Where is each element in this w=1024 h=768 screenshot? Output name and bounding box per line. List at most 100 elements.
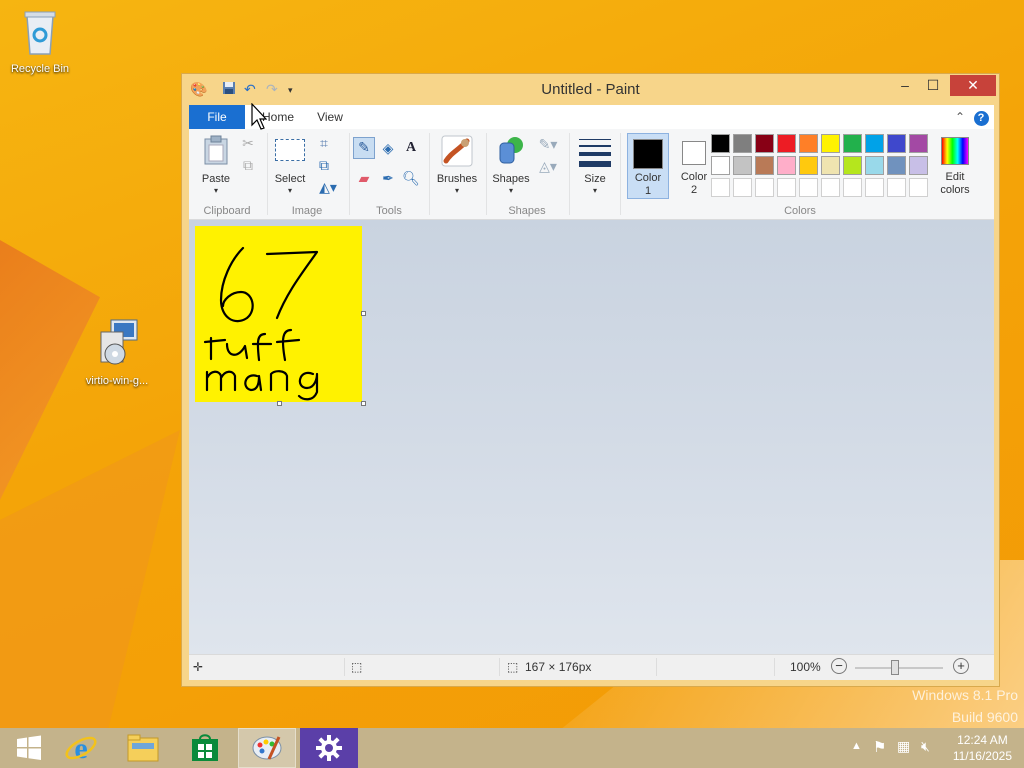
cut-icon[interactable]: ✂ [239, 134, 257, 152]
paint-taskbar-button[interactable] [238, 728, 296, 768]
color1-swatch [633, 139, 663, 169]
color-swatch[interactable] [777, 156, 796, 175]
color-swatch[interactable] [909, 134, 928, 153]
size-dropdown-icon[interactable]: ▾ [575, 186, 615, 195]
color2-label: Color [680, 171, 708, 183]
eraser-icon[interactable]: ▰ [355, 169, 373, 187]
paste-dropdown-icon[interactable]: ▾ [195, 186, 237, 195]
magnifier-icon[interactable]: 🔍︎ [402, 169, 420, 187]
outline-icon[interactable]: ✎▾ [537, 135, 559, 153]
title-bar[interactable]: 🎨 ↶ ↷ ▾ Untitled - Paint – ☐ ✕ [182, 74, 999, 104]
desktop-icon-recycle-bin[interactable]: Recycle Bin [0, 8, 80, 75]
svg-text:e: e [74, 732, 87, 765]
clock[interactable]: 12:24 AM 11/16/2025 [953, 732, 1012, 764]
color-swatch[interactable] [799, 178, 818, 197]
internet-explorer-button[interactable]: e [52, 728, 110, 768]
color-swatch[interactable] [711, 156, 730, 175]
edit-colors-button[interactable]: Edit colors [933, 133, 977, 199]
color-swatch[interactable] [755, 156, 774, 175]
crop-icon[interactable]: ⌗ [315, 134, 333, 152]
color-swatch[interactable] [843, 134, 862, 153]
file-explorer-button[interactable] [114, 728, 172, 768]
settings-taskbar-button[interactable] [300, 728, 358, 768]
text-icon[interactable]: A [402, 139, 420, 157]
color1-button[interactable]: Color 1 [627, 133, 669, 199]
shapes-button[interactable]: Shapes ▾ [489, 133, 533, 195]
copy-icon[interactable]: ⧉ [239, 156, 257, 174]
color-swatch[interactable] [711, 178, 730, 197]
start-button[interactable] [0, 728, 58, 768]
desktop: Recycle Bin virtio-win-g... 🎨 ↶ ↷ ▾ Unti… [0, 0, 1024, 728]
separator [569, 133, 570, 215]
color-swatch[interactable] [733, 134, 752, 153]
color-swatch[interactable] [865, 134, 884, 153]
drawing-canvas[interactable]: 67 tuff mang [195, 226, 362, 402]
zoom-in-button[interactable]: + [953, 658, 969, 674]
show-hidden-icons-icon[interactable]: ▲ [851, 740, 862, 752]
color-picker-icon[interactable]: ✒ [379, 169, 397, 187]
color-swatch[interactable] [821, 178, 840, 197]
color-swatch[interactable] [777, 178, 796, 197]
resize-handle-right[interactable] [361, 311, 366, 316]
tab-file[interactable]: File [189, 105, 245, 129]
brushes-button[interactable]: Brushes ▾ [433, 133, 481, 195]
zoom-out-button[interactable]: − [831, 658, 847, 674]
recycle-bin-icon [0, 8, 80, 59]
resize-handle-corner[interactable] [361, 401, 366, 406]
brushes-dropdown-icon[interactable]: ▾ [433, 186, 481, 195]
store-button[interactable] [176, 728, 234, 768]
color-swatch[interactable] [777, 134, 796, 153]
wallpaper-shape [0, 430, 180, 728]
fill-icon[interactable]: ◈ [379, 139, 397, 157]
color-swatch[interactable] [865, 178, 884, 197]
color-swatch[interactable] [799, 156, 818, 175]
select-dropdown-icon[interactable]: ▾ [271, 186, 309, 195]
pencil-icon[interactable]: ✎ [353, 137, 375, 159]
color-swatch[interactable] [733, 178, 752, 197]
color-swatch[interactable] [755, 134, 774, 153]
paste-button[interactable]: Paste ▾ [195, 133, 237, 195]
color2-swatch [682, 141, 706, 165]
desktop-icon-virtio[interactable]: virtio-win-g... [77, 318, 157, 387]
color-swatch[interactable] [733, 156, 752, 175]
tab-view[interactable]: View [305, 105, 355, 129]
resize-handle-bottom[interactable] [277, 401, 282, 406]
rotate-icon[interactable]: ◭▾ [315, 178, 341, 196]
maximize-button[interactable]: ☐ [919, 75, 947, 96]
color-swatch[interactable] [711, 134, 730, 153]
color-swatch[interactable] [799, 134, 818, 153]
select-button[interactable]: Select ▾ [271, 133, 309, 195]
resize-icon[interactable]: ⧉ [315, 156, 333, 174]
close-button[interactable]: ✕ [950, 75, 996, 96]
color-swatch[interactable] [909, 156, 928, 175]
size-button[interactable]: Size ▾ [575, 133, 615, 195]
color-swatch[interactable] [887, 156, 906, 175]
network-icon[interactable]: ▦ [897, 738, 910, 755]
shapes-dropdown-icon[interactable]: ▾ [489, 186, 533, 195]
color-swatch[interactable] [887, 134, 906, 153]
minimize-button[interactable]: – [891, 75, 919, 96]
color-swatch[interactable] [755, 178, 774, 197]
color-swatch[interactable] [865, 156, 884, 175]
status-bar: ✛ ⬚ ⬚ 167 × 176px 100% − + [189, 654, 994, 680]
color-swatch[interactable] [909, 178, 928, 197]
color-swatch[interactable] [843, 178, 862, 197]
paint-window: 🎨 ↶ ↷ ▾ Untitled - Paint – ☐ ✕ File Home… [181, 73, 1000, 687]
help-icon[interactable]: ? [972, 105, 990, 129]
minimize-ribbon-icon[interactable]: ⌃ [952, 105, 968, 129]
selection-size-icon: ⬚ [351, 660, 363, 674]
color2-button[interactable]: Color 2 [673, 133, 715, 199]
color-swatch[interactable] [821, 156, 840, 175]
zoom-level-text: 100% [790, 660, 821, 674]
color-swatch[interactable] [821, 134, 840, 153]
action-center-flag-icon[interactable]: ⚑ [873, 738, 886, 756]
color-swatch[interactable] [843, 156, 862, 175]
zoom-slider-thumb[interactable] [891, 660, 899, 675]
windows-watermark: Windows 8.1 Pro Build 9600 [912, 684, 1018, 728]
volume-muted-icon[interactable]: 🔇︎ [921, 738, 930, 755]
fill-shape-icon[interactable]: ◬▾ [537, 157, 559, 175]
desktop-icon-label: virtio-win-g... [85, 375, 149, 387]
zoom-slider[interactable] [855, 660, 943, 675]
edit-colors-icon [941, 137, 969, 165]
color-swatch[interactable] [887, 178, 906, 197]
